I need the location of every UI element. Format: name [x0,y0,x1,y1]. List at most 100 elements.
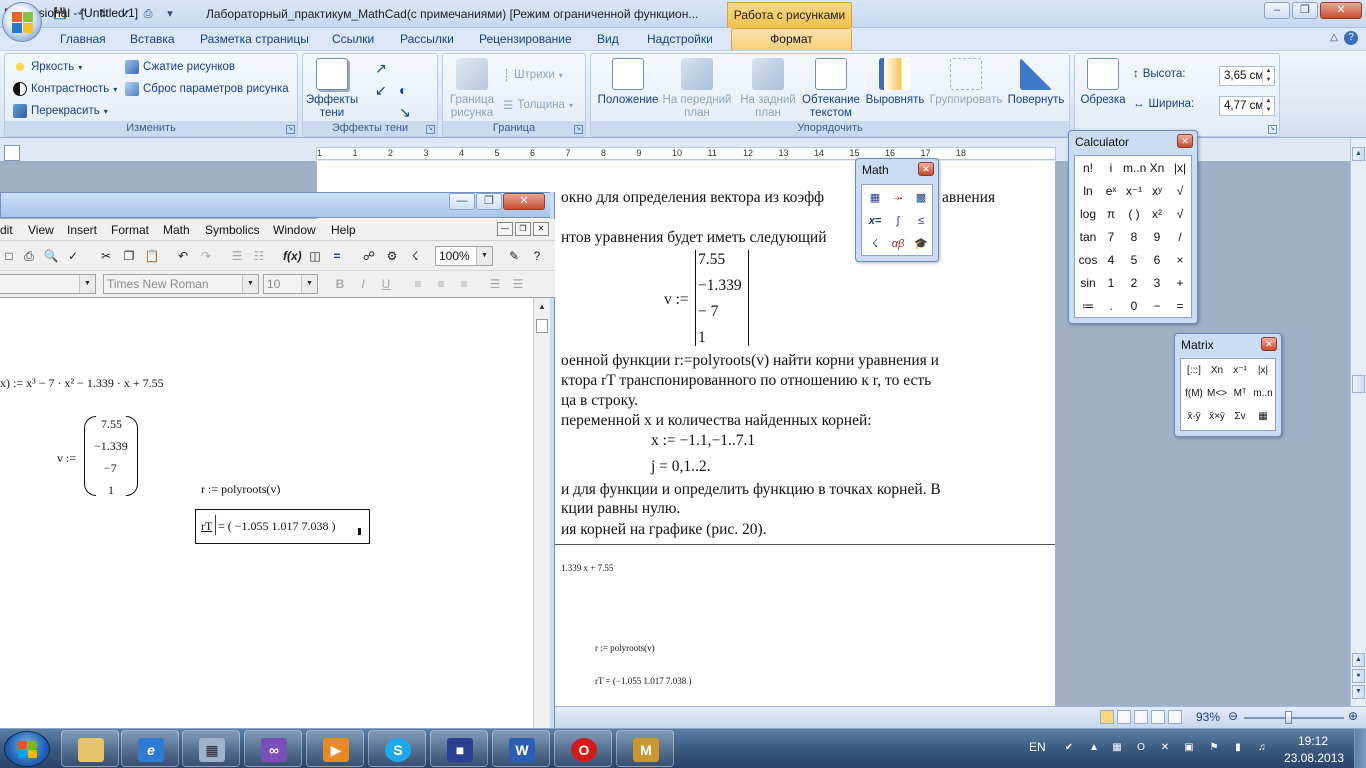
taskbar-explorer[interactable] [61,730,119,767]
symbolic-toolbar-icon[interactable]: 🎓 [911,234,931,254]
dropdown-arrow-icon[interactable]: ▼ [476,247,492,265]
numbering-icon[interactable]: ☰ [509,275,527,293]
calculator-key[interactable]: . [1100,296,1122,316]
show-desktop-button[interactable] [1354,729,1366,768]
calculator-key[interactable]: n! [1077,158,1099,178]
resources-icon[interactable]: ✎ [505,247,523,265]
minimize-button[interactable]: – [1264,2,1290,19]
tray-notification-icon[interactable]: ⚑ [1207,741,1221,755]
math-palette[interactable]: Math ✕ ▦ ⤞ ▩ x= ∫ ≤ ☇ αβ 🎓 [855,158,939,262]
matrix-key[interactable]: Xn [1206,361,1228,381]
tab-selector-icon[interactable] [4,145,20,161]
taskbar-visual-studio[interactable]: ∞ [244,730,302,767]
restore-button[interactable]: ❐ [1292,2,1318,19]
tab-recenzirovanie[interactable]: Рецензирование [479,32,572,46]
tab-rassylki[interactable]: Рассылки [400,32,454,46]
clock-time[interactable]: 19:12 [1298,734,1328,748]
calculator-key[interactable]: / [1169,227,1191,247]
result-selection-box[interactable]: rT = ( −1.055 1.017 7.038 ) [195,509,370,544]
tray-signal-icon[interactable]: ▲ [1087,741,1101,755]
mathcad-restore-button[interactable]: ❐ [476,193,502,210]
view-draft-icon[interactable] [1168,710,1182,724]
tab-vstavka[interactable]: Вставка [130,32,175,46]
calculator-key[interactable]: 3 [1146,273,1168,293]
taskbar-media[interactable]: ▶ [306,730,364,767]
weight-button[interactable]: ☰ Толщина ▾ [503,98,573,112]
group-objects-button[interactable]: Группировать [925,58,1007,107]
undo-icon[interactable]: ↶ [174,247,192,265]
calculator-key[interactable]: √ [1169,204,1191,224]
copy-icon[interactable]: ❐ [120,247,138,265]
calculator-toolbar-icon[interactable]: ▦ [865,188,885,208]
taskbar-ie[interactable]: e [121,730,179,767]
close-icon[interactable]: ✕ [918,162,934,176]
tray-opera-icon[interactable]: O [1134,741,1148,755]
scroll-thumb[interactable] [536,319,548,333]
spinner-arrows-icon[interactable]: ▲ ▼ [1262,97,1274,115]
print-icon[interactable]: ⎙ [20,247,38,265]
mathcad-close-button[interactable]: ✕ [503,193,545,210]
matrix-key[interactable]: |x| [1252,361,1274,381]
insert-unit-icon[interactable]: ◫ [306,247,324,265]
width-spinner[interactable]: 4,77 см ▲ ▼ [1219,96,1275,116]
calculator-key[interactable]: 9 [1146,227,1168,247]
dialog-launcher-icon[interactable]: ↘ [574,125,583,134]
tray-network-icon[interactable]: ▦ [1110,741,1124,755]
align-button[interactable]: Выровнять [863,58,927,107]
paste-icon[interactable]: 📋 [143,247,161,265]
tray-battery-icon[interactable]: ▮ [1231,741,1245,755]
rotate-button[interactable]: Повернуть [1003,58,1069,107]
spellcheck-icon[interactable]: ✓ [64,247,82,265]
mathcad-vertical-scrollbar[interactable]: ▲ [533,298,550,730]
run-icon[interactable]: ☇ [406,247,424,265]
calculator-key[interactable]: sin [1077,273,1099,293]
calculator-key[interactable]: ( ) [1123,204,1145,224]
matrix-key[interactable]: x̄×ȳ [1206,407,1228,427]
calculator-key[interactable]: i [1100,158,1122,178]
height-spinner[interactable]: 3,65 см ▲ ▼ [1219,66,1275,86]
calculator-key[interactable]: 6 [1146,250,1168,270]
zoom-in-icon[interactable]: ⊕ [1348,709,1358,723]
polyroots-definition[interactable]: r := polyroots(v) [201,482,280,497]
shadow-effects-button[interactable]: Эффекты тени [305,58,359,120]
align-center-icon[interactable]: ≡ [432,275,450,293]
zoom-out-icon[interactable]: ⊖ [1228,709,1238,723]
align-down-icon[interactable]: ☷ [250,247,268,265]
spinner-arrows-icon[interactable]: ▲ ▼ [1262,67,1274,85]
position-button[interactable]: Положение [595,58,661,107]
crop-button[interactable]: Обрезка [1079,58,1127,107]
size-combo[interactable]: 10 ▼ [263,274,318,294]
calculator-key[interactable]: 4 [1100,250,1122,270]
matrix-key[interactable]: Σv [1229,407,1251,427]
taskbar-save[interactable]: ■ [430,730,488,767]
view-print-layout-icon[interactable] [1100,710,1114,724]
matrix-key[interactable]: ▦ [1252,407,1274,427]
recolor-button[interactable]: Перекрасить ▾ [13,104,108,118]
mathcad-worksheet[interactable]: x) := x³ − 7 · x² − 1.339 · x + 7.55 v :… [0,298,533,730]
vertical-scrollbar[interactable]: ▲ ▲ ● ▼ [1350,139,1366,706]
calculator-key[interactable]: x⁻¹ [1123,181,1145,201]
cut-icon[interactable]: ✂ [97,247,115,265]
menu-edit[interactable]: dit [0,223,13,237]
taskbar-skype[interactable]: S [368,730,426,767]
matrix-key[interactable]: M<> [1206,384,1228,404]
zoom-slider[interactable] [1244,717,1344,719]
calculator-key[interactable]: − [1146,296,1168,316]
calculator-key[interactable]: m..n [1123,158,1146,178]
doc-restore-button[interactable]: ❐ [515,222,531,236]
zoom-level[interactable]: 93% [1196,710,1220,724]
calculator-key[interactable]: eˣ [1100,181,1122,201]
italic-icon[interactable]: I [354,275,372,293]
menu-window[interactable]: Window [273,223,316,237]
calculator-key[interactable]: × [1169,250,1191,270]
tab-glavnaya[interactable]: Главная [60,32,106,46]
doc-close-button[interactable]: ✕ [533,222,549,236]
tab-nadstroyki[interactable]: Надстройки [647,32,713,46]
horizontal-ruler[interactable]: 1 1 2 3 4 5 6 7 8 9 10 11 12 13 14 15 16 17 18 [316,147,1056,160]
bold-icon[interactable]: B [331,275,349,293]
calculator-palette[interactable]: Calculator ✕ n! i m..n Xn |x| ln eˣ x⁻¹ xʸ √ log π(… [1068,130,1198,324]
nudge-left-icon[interactable]: ↙ [375,82,387,99]
matrix-key[interactable]: Mᵀ [1229,384,1251,404]
view-full-screen-icon[interactable] [1117,710,1131,724]
menu-math[interactable]: Math [163,223,190,237]
